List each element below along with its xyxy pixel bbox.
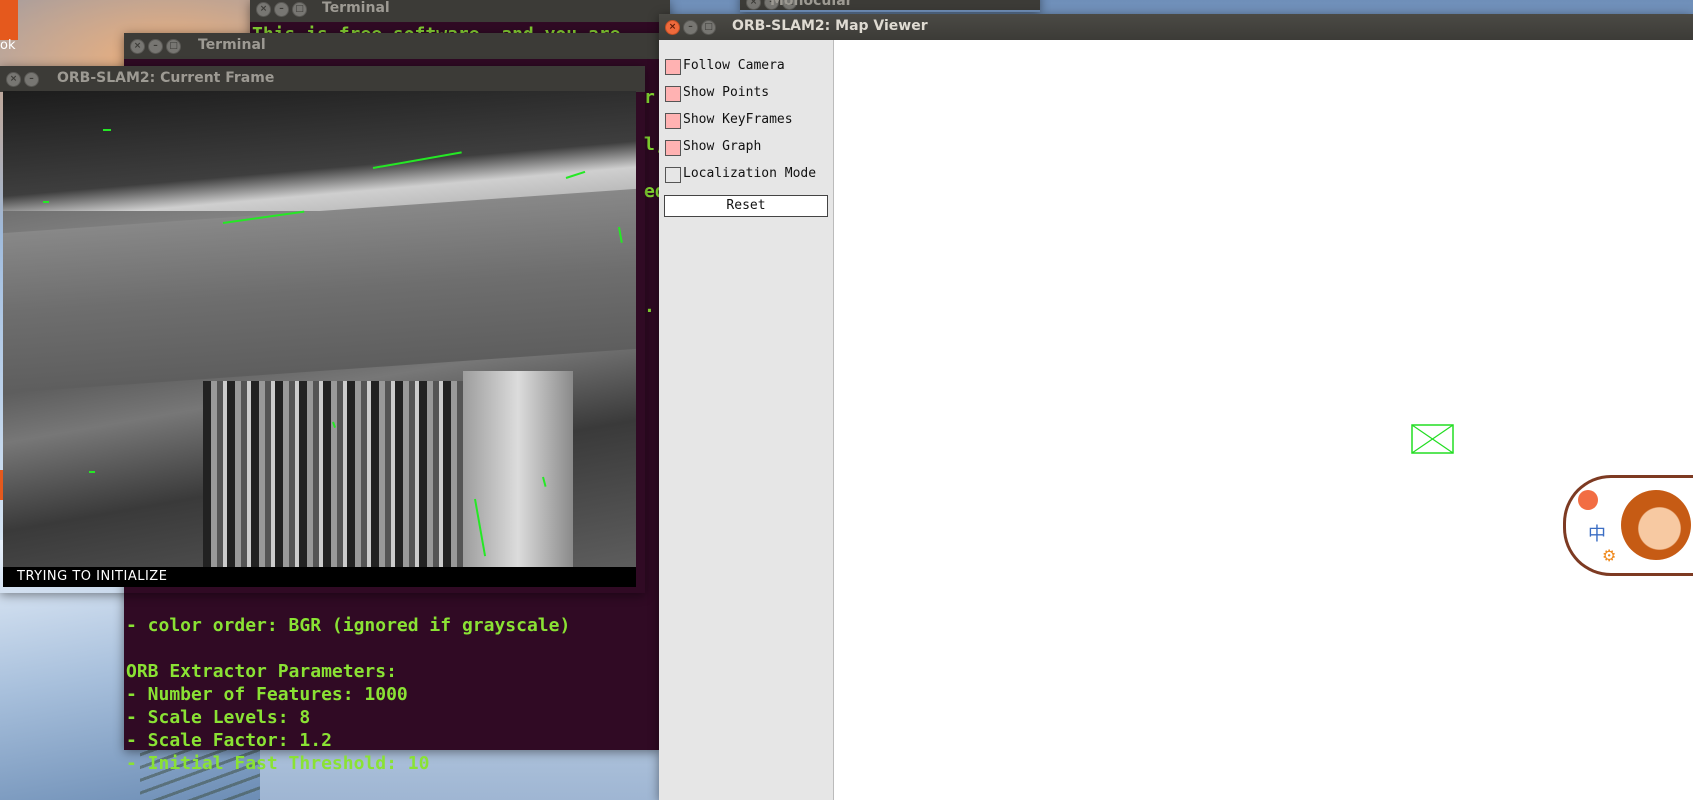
minimize-icon[interactable]: – — [683, 20, 698, 35]
map-3d-canvas[interactable] — [834, 40, 1693, 800]
map-viewer-titlebar[interactable]: × – □ ORB-SLAM2: Map Viewer — [659, 14, 1693, 40]
desktop-app-icon[interactable] — [0, 0, 18, 40]
checkbox[interactable] — [665, 140, 681, 156]
map-options-panel: Follow Camera Show Points Show KeyFrames… — [659, 40, 834, 800]
bookshelf-books — [203, 381, 463, 567]
close-icon[interactable]: × — [256, 2, 271, 17]
maximize-icon[interactable]: □ — [292, 2, 307, 17]
feature-track-line — [103, 129, 111, 131]
bed-top — [3, 91, 636, 211]
tracking-status-text: TRYING TO INITIALIZE — [17, 569, 168, 584]
terminal-line: - Initial Fast Threshold: 10 — [126, 753, 430, 774]
close-icon[interactable]: × — [746, 0, 761, 10]
tracking-status-bar: TRYING TO INITIALIZE — [3, 567, 636, 587]
checkbox[interactable] — [665, 167, 681, 183]
window-buttons: × – □ — [256, 2, 310, 18]
terminal-line: - Scale Levels: 8 — [126, 707, 311, 728]
option-label: Show KeyFrames — [683, 112, 793, 127]
shelf-side — [463, 371, 573, 567]
terminal-line: - Scale Factor: 1.2 — [126, 730, 332, 751]
ime-mode-icon[interactable]: 中 — [1588, 520, 1606, 546]
option-label: Follow Camera — [683, 58, 785, 73]
window-buttons: × – □ — [665, 20, 719, 36]
terminal-line: ORB Extractor Parameters: — [126, 661, 397, 682]
window-title: Terminal — [198, 37, 266, 53]
window-buttons: × – — [6, 72, 42, 88]
close-icon[interactable]: × — [665, 20, 680, 35]
checkbox[interactable] — [665, 59, 681, 75]
monocular-window[interactable]: × – □ Monocular — [740, 0, 1040, 12]
feature-track-line — [43, 201, 49, 203]
checkbox[interactable] — [665, 113, 681, 129]
terminal-line: - Number of Features: 1000 — [126, 684, 408, 705]
desktop-icon-label[interactable]: ok — [0, 38, 15, 53]
map-viewer-window[interactable]: × – □ ORB-SLAM2: Map Viewer Follow Camera … — [659, 14, 1693, 800]
window-title: Monocular — [770, 0, 853, 9]
feature-track-line — [89, 471, 95, 473]
ime-widget[interactable]: 中 ⚙ — [1563, 475, 1693, 576]
option-label: Show Graph — [683, 139, 762, 154]
terminal-line: - color order: BGR (ignored if grayscale… — [126, 615, 571, 636]
reset-button[interactable]: Reset — [664, 195, 828, 217]
option-label: Show Points — [683, 85, 770, 100]
terminal-partial-text: . — [644, 296, 655, 317]
terminal-front-titlebar[interactable]: × – □ Terminal — [124, 33, 660, 59]
terminal-back-titlebar[interactable]: × – □ Terminal — [250, 0, 670, 22]
window-buttons: × – □ — [130, 39, 184, 55]
bed-underside — [3, 188, 636, 394]
camera-frame-image — [3, 91, 636, 567]
checkbox[interactable] — [665, 86, 681, 102]
window-title: Terminal — [322, 0, 390, 16]
maximize-icon[interactable]: □ — [166, 39, 181, 54]
minimize-icon[interactable]: – — [148, 39, 163, 54]
terminal-partial-text: r — [644, 87, 655, 108]
close-icon[interactable]: × — [6, 72, 21, 87]
option-label: Localization Mode — [683, 166, 817, 181]
close-icon[interactable]: × — [130, 39, 145, 54]
window-title: ORB-SLAM2: Map Viewer — [732, 18, 928, 34]
monkey-mascot-icon — [1621, 490, 1691, 560]
maximize-icon[interactable]: □ — [701, 20, 716, 35]
minimize-icon[interactable]: – — [24, 72, 39, 87]
gear-icon[interactable]: ⚙ — [1602, 546, 1616, 565]
current-frame-titlebar[interactable]: × – ORB-SLAM2: Current Frame — [0, 66, 645, 92]
camera-frustum-icon — [1411, 424, 1454, 454]
peach-icon — [1578, 490, 1598, 510]
window-title: ORB-SLAM2: Current Frame — [57, 70, 275, 86]
minimize-icon[interactable]: – — [274, 2, 289, 17]
monocular-titlebar[interactable]: × – □ Monocular — [740, 0, 1040, 10]
